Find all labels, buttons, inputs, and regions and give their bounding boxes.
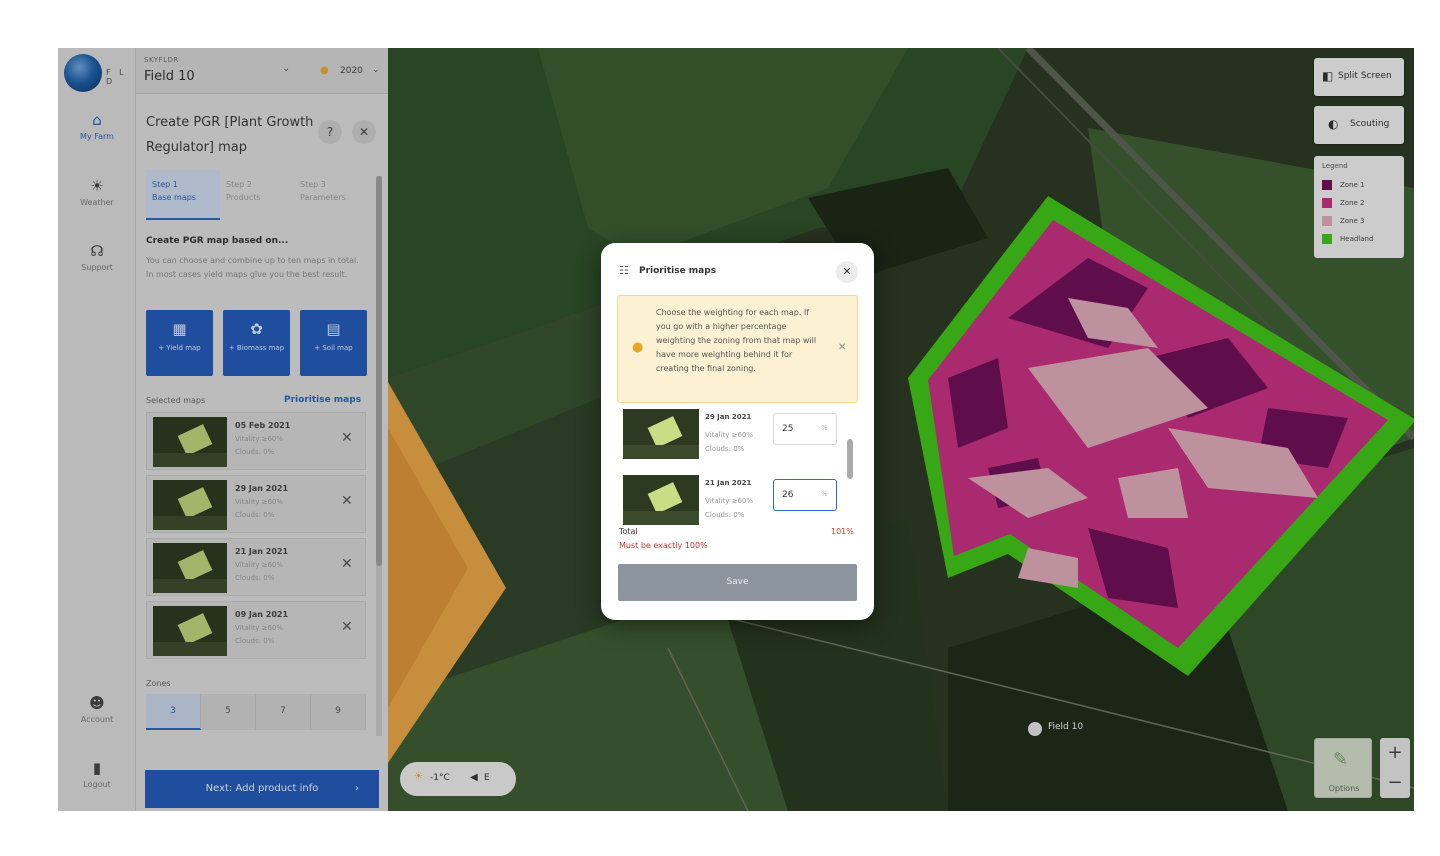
- prioritise-maps-dialog: ☷ Prioritise maps ✕ ● Choose the weighti…: [601, 243, 874, 620]
- percent-unit: %: [821, 424, 828, 432]
- map-clouds: Clouds: 0%: [705, 511, 745, 519]
- map-date: 21 Jan 2021: [705, 479, 752, 487]
- dialog-scrollbar[interactable]: [847, 409, 853, 519]
- map-vitality: Vitality ≥60%: [705, 431, 754, 439]
- map-thumbnail: [623, 475, 699, 525]
- info-banner: ● Choose the weighting for each map. If …: [617, 295, 858, 403]
- info-text: Choose the weighting for each map. If yo…: [656, 308, 817, 373]
- total-label: Total: [619, 527, 638, 536]
- validation-error: Must be exactly 100%: [619, 541, 708, 550]
- map-date: 29 Jan 2021: [705, 413, 752, 421]
- map-clouds: Clouds: 0%: [705, 445, 745, 453]
- map-vitality: Vitality ≥60%: [705, 497, 754, 505]
- total-value: 101%: [831, 527, 854, 536]
- weighting-row: 29 Jan 2021 Vitality ≥60% Clouds: 0% %: [623, 409, 837, 467]
- dismiss-info-button[interactable]: ✕: [838, 342, 846, 353]
- map-thumbnail: [623, 409, 699, 459]
- sort-icon: ☷: [619, 264, 629, 277]
- dialog-title: Prioritise maps: [639, 266, 717, 276]
- close-icon: ✕: [842, 265, 852, 278]
- lightbulb-icon: ●: [632, 340, 644, 355]
- percent-unit: %: [821, 490, 828, 498]
- weighting-row: 21 Jan 2021 Vitality ≥60% Clouds: 0% %: [623, 475, 837, 533]
- save-button[interactable]: Save: [618, 564, 857, 601]
- close-dialog-button[interactable]: ✕: [836, 261, 858, 283]
